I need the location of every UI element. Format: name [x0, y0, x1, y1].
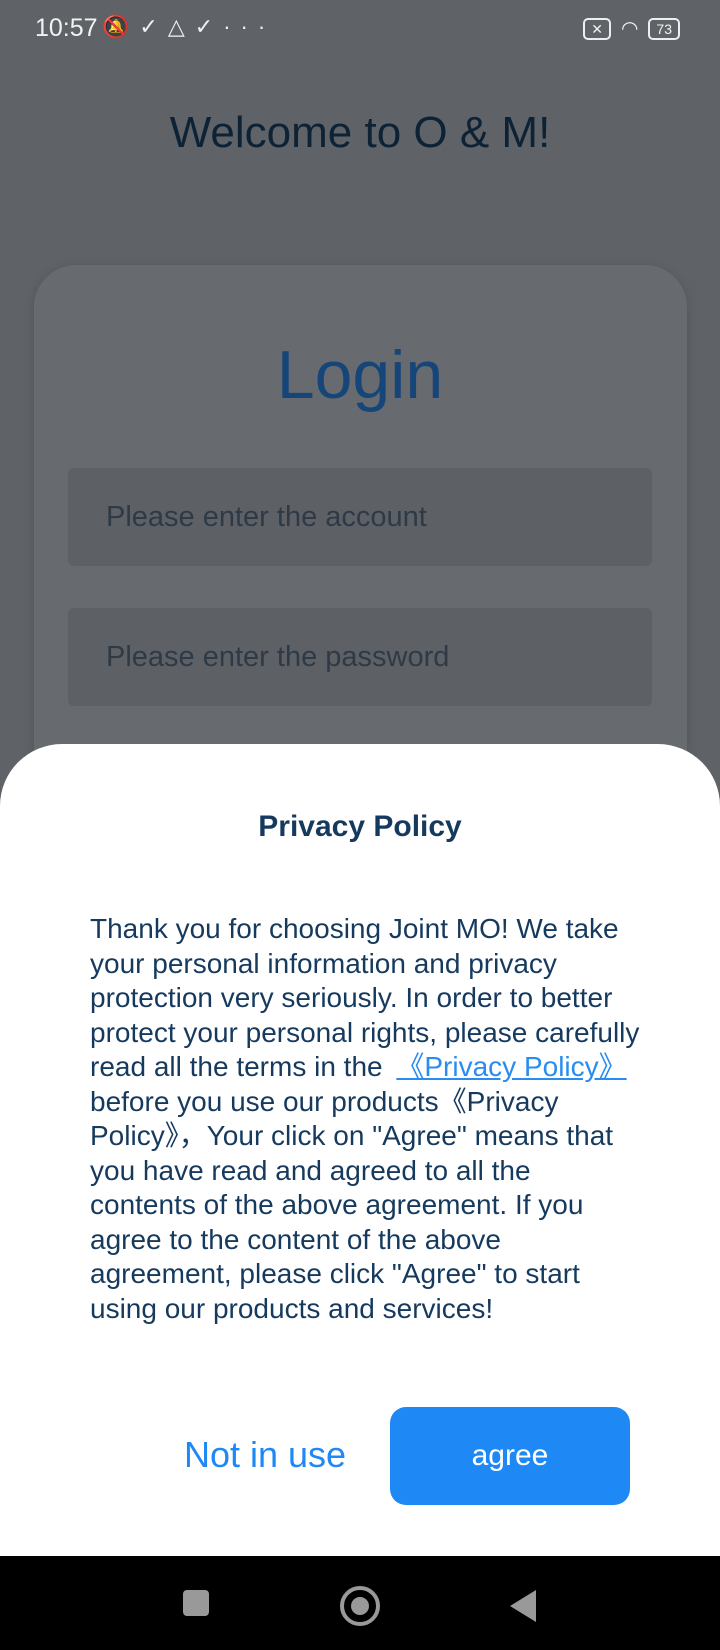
- dialog-title: Privacy Policy: [258, 810, 462, 843]
- back-icon[interactable]: [510, 1590, 536, 1622]
- drive-icon: △: [167, 14, 195, 39]
- clock: 10:57: [35, 14, 98, 42]
- download-done-icon: ✓: [194, 14, 224, 39]
- welcome-heading: Welcome to O & M!: [169, 108, 551, 157]
- navigation-bar: [0, 1556, 720, 1650]
- wifi-icon: ◠: [620, 18, 639, 40]
- battery-level: 73: [656, 20, 672, 37]
- battery-icon: 73: [648, 17, 680, 40]
- password-input[interactable]: [68, 608, 652, 706]
- dialog-body: Thank you for choosing Joint MO! We take…: [90, 912, 640, 1326]
- login-title: Login: [276, 337, 444, 413]
- account-input[interactable]: [68, 468, 652, 566]
- recents-icon[interactable]: [183, 1590, 209, 1616]
- agree-button[interactable]: agree: [390, 1407, 630, 1505]
- download-done-icon: ✓: [139, 14, 168, 39]
- body-text: before you use our products《Privacy Poli…: [90, 1085, 614, 1324]
- home-icon[interactable]: [340, 1586, 380, 1626]
- privacy-dialog: Privacy Policy Thank you for choosing Jo…: [0, 744, 720, 1556]
- decline-button[interactable]: Not in use: [165, 1434, 365, 1476]
- no-sim-icon: ✕: [583, 17, 611, 40]
- status-bar: 10:57 🔕✓△✓··· ✕ ◠ 73: [0, 0, 720, 60]
- more-dots-icon: ···: [223, 14, 276, 39]
- notification-icons: 🔕✓△✓···: [102, 14, 275, 40]
- muted-bell-icon: 🔕: [102, 14, 140, 39]
- privacy-policy-link[interactable]: 《Privacy Policy》: [390, 1051, 632, 1082]
